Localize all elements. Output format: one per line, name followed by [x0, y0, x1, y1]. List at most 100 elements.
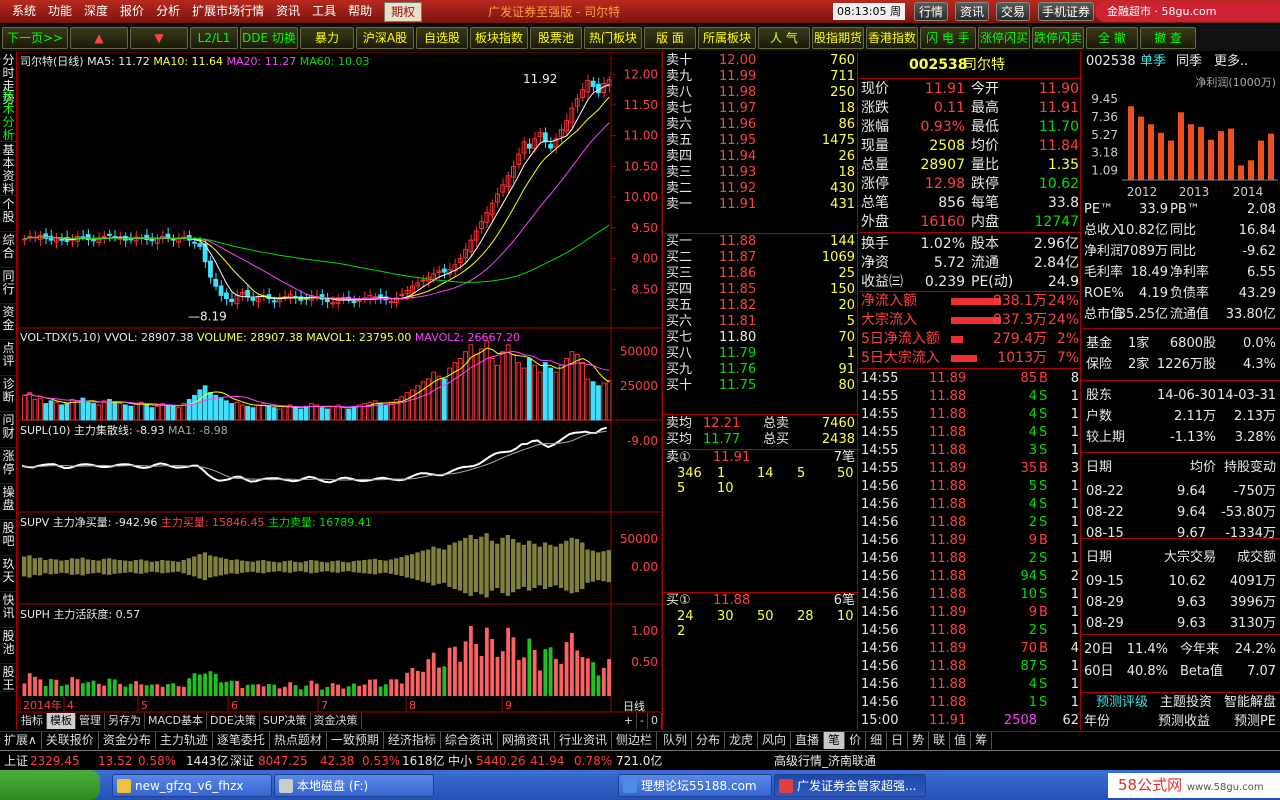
func-left-4[interactable]: 逐笔委托 [213, 732, 270, 749]
left-tab-1[interactable]: 技术分析 [0, 88, 17, 142]
func-right-4[interactable]: 直播 [791, 732, 825, 749]
bid-row[interactable]: 买一 11.88 144 [663, 234, 859, 250]
bid-row[interactable]: 买三 11.86 25 [663, 266, 859, 282]
tab-same-quarter[interactable]: 同季 [1176, 52, 1202, 71]
task-forum[interactable]: 理想论坛55188.com [618, 774, 772, 797]
left-tab-0[interactable]: 分时走势 [0, 52, 17, 106]
bid-row[interactable]: 买九 11.76 91 [663, 362, 859, 378]
func-left-3[interactable]: 主力轨迹 [156, 732, 213, 749]
ask-row[interactable]: 卖五 11.95 1475 [663, 133, 859, 149]
left-tab-3[interactable]: 个股 [0, 196, 17, 232]
menu-analysis[interactable]: 分析 [150, 0, 186, 23]
left-tab-16[interactable]: 股王 [0, 664, 17, 692]
start-button[interactable] [0, 770, 100, 800]
tab-fund[interactable]: 资金决策 [311, 713, 362, 729]
left-tab-13[interactable]: 玖天 [0, 556, 17, 592]
bid-row[interactable]: 买六 11.81 5 [663, 314, 859, 330]
hk-index-button[interactable]: 香港指数 [866, 27, 918, 49]
forecast-tab-1[interactable]: 主题投资 [1160, 693, 1212, 712]
func-right-9[interactable]: 势 [908, 732, 930, 749]
ask-row[interactable]: 卖十 12.00 760 [663, 53, 859, 69]
func-right-2[interactable]: 龙虎 [725, 732, 759, 749]
futures-button[interactable]: 股指期货 [812, 27, 864, 49]
menu-system[interactable]: 系统 [6, 0, 42, 23]
func-left-7[interactable]: 经济指标 [384, 732, 441, 749]
func-right-7[interactable]: 细 [866, 732, 888, 749]
l2-l1-button[interactable]: L2/L1 [190, 27, 238, 49]
func-right-8[interactable]: 日 [887, 732, 909, 749]
left-tab-6[interactable]: 资金 [0, 304, 17, 340]
menu-options[interactable]: 期权 [384, 1, 423, 22]
left-tab-9[interactable]: 问财 [0, 412, 17, 448]
func-left-6[interactable]: 一致预期 [327, 732, 384, 749]
ask-row[interactable]: 卖八 11.98 250 [663, 85, 859, 101]
menu-tools[interactable]: 工具 [306, 0, 342, 23]
hot-sector-button[interactable]: 热门板块 [584, 27, 642, 49]
next-page-button[interactable]: 下一页>> [2, 27, 68, 49]
func-right-11[interactable]: 值 [950, 732, 972, 749]
ask-row[interactable]: 卖四 11.94 26 [663, 149, 859, 165]
tab-indicator[interactable]: 指标 [18, 713, 47, 729]
task-gf-app[interactable]: 广发证券金管家超强... [774, 774, 926, 797]
tab-save-as[interactable]: 另存为 [105, 713, 145, 729]
ashare-button[interactable]: 沪深A股 [356, 27, 414, 49]
force-button[interactable]: 暴力 [300, 27, 354, 49]
related-sector-button[interactable]: 所属板块 [698, 27, 756, 49]
ask-row[interactable]: 卖九 11.99 711 [663, 69, 859, 85]
func-left-11[interactable]: 侧边栏 [612, 732, 657, 749]
limit-up-buy-button[interactable]: 涨停闪买 [978, 27, 1030, 49]
func-left-1[interactable]: 关联报价 [42, 732, 99, 749]
func-left-8[interactable]: 综合资讯 [441, 732, 498, 749]
zoom-in-button[interactable]: + [621, 713, 638, 729]
tab-manage[interactable]: 管理 [76, 713, 105, 729]
func-right-6[interactable]: 价 [845, 732, 867, 749]
zoom-out-button[interactable]: - [637, 713, 648, 729]
bid-row[interactable]: 买十 11.75 80 [663, 378, 859, 394]
ask-row[interactable]: 卖一 11.91 431 [663, 197, 859, 213]
func-left-2[interactable]: 资金分布 [99, 732, 156, 749]
func-right-10[interactable]: 联 [929, 732, 951, 749]
zoom-reset-button[interactable]: 0 [648, 713, 662, 729]
left-tab-14[interactable]: 快讯 [0, 592, 17, 628]
stock-pool-button[interactable]: 股票池 [530, 27, 582, 49]
popularity-button[interactable]: 人 气 [758, 27, 810, 49]
func-left-0[interactable]: 扩展∧ [0, 732, 42, 749]
func-right-3[interactable]: 风向 [758, 732, 792, 749]
menu-function[interactable]: 功能 [42, 0, 78, 23]
layout-button[interactable]: 版 面 [644, 27, 696, 49]
func-right-0[interactable]: 队列 [659, 732, 692, 749]
ask-row[interactable]: 卖六 11.96 86 [663, 117, 859, 133]
left-tab-8[interactable]: 诊断 [0, 376, 17, 412]
left-tab-4[interactable]: 综合 [0, 232, 17, 268]
left-tab-10[interactable]: 涨停 [0, 448, 17, 484]
kline-chart[interactable]: 12.00 11.50 11.00 10.50 10.00 9.50 9.00 8.50 11.… [17, 51, 663, 714]
tab-more[interactable]: 更多.. [1214, 52, 1248, 71]
flash-hand-button[interactable]: 闪 电 手 [920, 27, 976, 49]
menu-quote[interactable]: 报价 [114, 0, 150, 23]
left-tab-11[interactable]: 操盘 [0, 484, 17, 520]
func-left-5[interactable]: 热点题材 [270, 732, 327, 749]
left-tab-7[interactable]: 点评 [0, 340, 17, 376]
ask-row[interactable]: 卖三 11.93 18 [663, 165, 859, 181]
top-btn-trade[interactable]: 交易 [996, 2, 1030, 21]
func-right-1[interactable]: 分布 [692, 732, 725, 749]
func-right-5[interactable]: 笔 [824, 732, 846, 749]
watchlist-button[interactable]: 自选股 [416, 27, 468, 49]
bid-row[interactable]: 买八 11.79 1 [663, 346, 859, 362]
ask-row[interactable]: 卖二 11.92 430 [663, 181, 859, 197]
task-gfzq[interactable]: new_gfzq_v6_fhzx [112, 774, 272, 797]
tab-template[interactable]: 模板 [47, 713, 76, 729]
left-tab-12[interactable]: 股吧 [0, 520, 17, 556]
left-tab-5[interactable]: 同行 [0, 268, 17, 304]
menu-ext-market[interactable]: 扩展市场行情 [186, 0, 270, 23]
bid-row[interactable]: 买二 11.87 1069 [663, 250, 859, 266]
forecast-tab-0[interactable]: 预测评级 [1096, 693, 1148, 712]
left-tab-2[interactable]: 基本资料 [0, 142, 17, 196]
tab-dde[interactable]: DDE决策 [207, 713, 260, 729]
cancel-all-button[interactable]: 全 撤 [1086, 27, 1138, 49]
tab-macd[interactable]: MACD基本 [145, 713, 207, 729]
cancel-query-button[interactable]: 撤 查 [1140, 27, 1196, 49]
page-down-button[interactable]: ▼ [130, 27, 188, 49]
tab-sup[interactable]: SUP决策 [260, 713, 311, 729]
bid-row[interactable]: 买五 11.82 20 [663, 298, 859, 314]
